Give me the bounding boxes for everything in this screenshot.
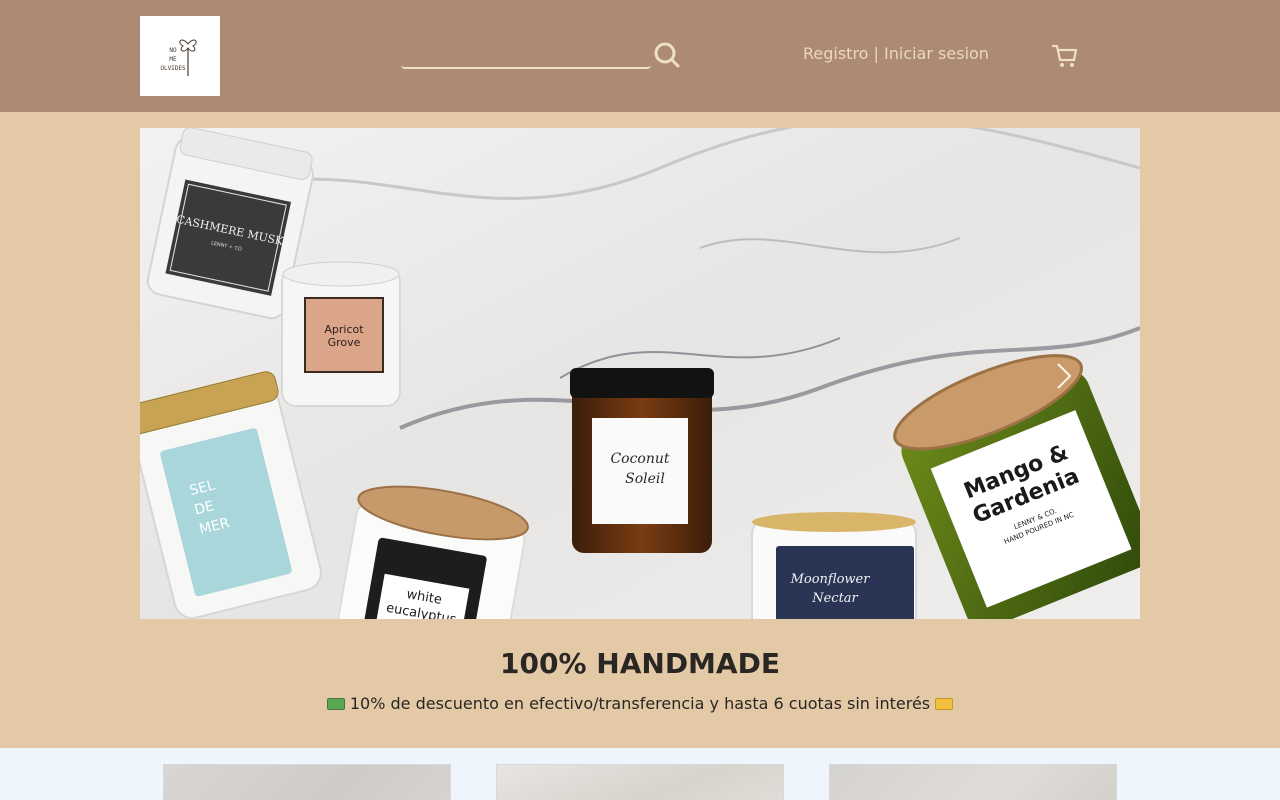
hero-carousel[interactable]: CASHMERE MUSK LENNY + CO Apricot Grove S… — [140, 128, 1140, 619]
auth-links: Registro | Iniciar sesion — [803, 44, 989, 63]
hero-image: CASHMERE MUSK LENNY + CO Apricot Grove S… — [140, 128, 1140, 619]
auth-separator: | — [868, 44, 885, 63]
logo-flower-icon — [179, 39, 197, 76]
brand-logo[interactable]: NO ME OLVIDES — [140, 16, 220, 96]
moonflower-label-2: Nectar — [811, 591, 858, 606]
promo-text: 10% de descuento en efectivo/transferenc… — [349, 694, 931, 713]
cash-emoji-icon — [326, 698, 345, 710]
search-input[interactable] — [401, 64, 651, 69]
product-card[interactable] — [163, 764, 451, 800]
coconut-label-1: Coconut — [610, 451, 669, 467]
apricot-label-2: Grove — [328, 336, 361, 349]
product-card[interactable] — [829, 764, 1117, 800]
search-icon[interactable] — [653, 41, 681, 69]
credit-card-emoji-icon — [935, 698, 954, 710]
site-header: NO ME OLVIDES Registro | Iniciar sesion — [0, 0, 1280, 112]
moonflower-label-1: Moonflower — [790, 572, 871, 587]
coconut-label-2: Soleil — [625, 471, 665, 487]
cart-icon[interactable] — [1051, 42, 1079, 70]
register-link[interactable]: Registro — [803, 44, 868, 63]
product-card[interactable] — [496, 764, 784, 800]
promo-text-row: 10% de descuento en efectivo/transferenc… — [0, 694, 1280, 713]
page-headline: 100% HANDMADE — [500, 647, 780, 680]
login-link[interactable]: Iniciar sesion — [884, 44, 989, 63]
apricot-label-1: Apricot — [324, 323, 364, 336]
